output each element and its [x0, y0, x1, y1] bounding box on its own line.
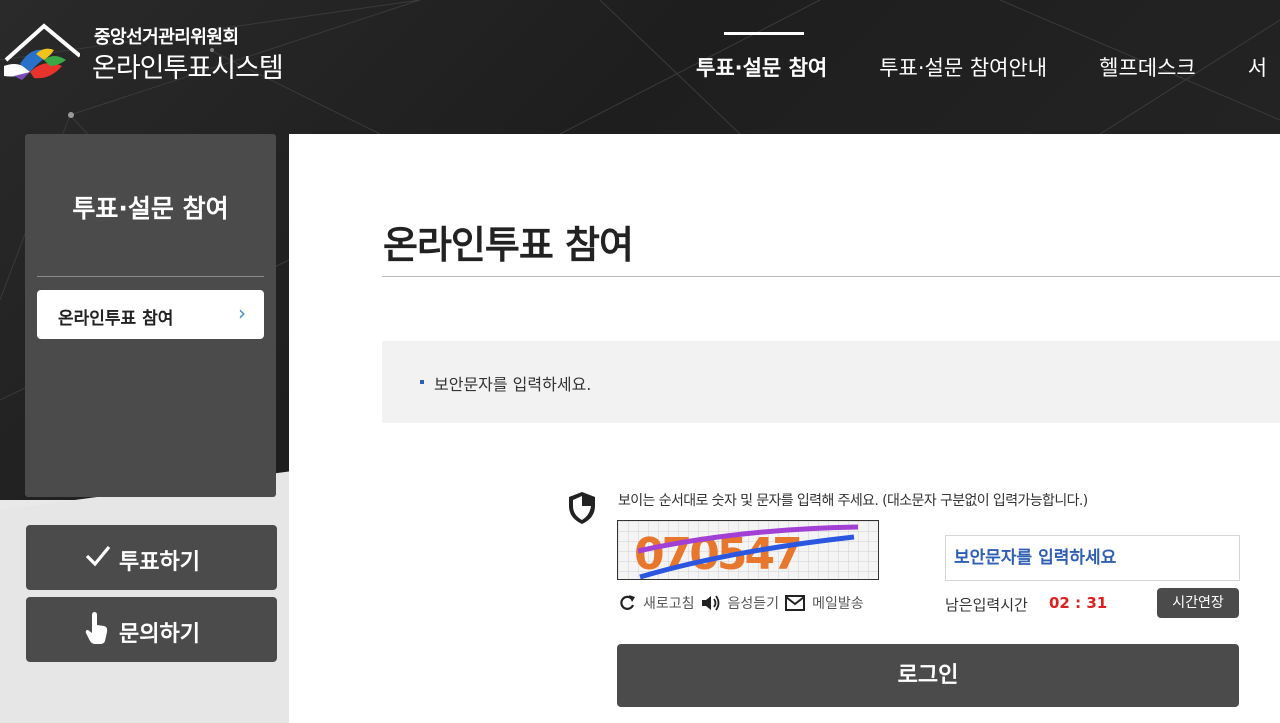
- bullet-icon: [420, 380, 424, 384]
- nav-helpdesk[interactable]: 헬프데스크: [1099, 0, 1196, 100]
- notice-box: 보안문자를 입력하세요.: [382, 341, 1280, 423]
- title-divider: [382, 276, 1280, 277]
- hand-pointer-icon: [85, 612, 108, 644]
- sidebar-divider: [37, 276, 264, 277]
- notice-text: 보안문자를 입력하세요.: [434, 375, 592, 394]
- audio-label: 음성듣기: [727, 596, 780, 612]
- chevron-right-icon: ›: [238, 301, 246, 325]
- captcha-guide: 보이는 순서대로 숫자 및 문자를 입력해 주세요. (대소문자 구분없이 입력…: [618, 493, 1088, 509]
- site-logo[interactable]: 중앙선거관리위원회 온라인투표시스템: [0, 16, 290, 86]
- inquiry-button-label: 문의하기: [119, 622, 200, 647]
- refresh-label: 새로고침: [643, 596, 695, 612]
- sidebar-title: 투표·설문 참여: [72, 194, 229, 223]
- captcha-mail-button[interactable]: 메일발송: [785, 593, 864, 613]
- remaining-time-value: 02 : 31: [1049, 594, 1108, 612]
- refresh-icon: [620, 595, 635, 610]
- nav-service[interactable]: 서: [1248, 0, 1267, 100]
- check-icon: [85, 545, 111, 567]
- captcha-input[interactable]: [945, 535, 1240, 581]
- extend-time-button[interactable]: 시간연장: [1157, 588, 1239, 618]
- election-commission-logo-icon: [4, 23, 80, 80]
- nav-vote-guide[interactable]: 투표·설문 참여안내: [879, 0, 1047, 100]
- inquiry-button[interactable]: 문의하기: [26, 597, 277, 662]
- captcha-audio-button[interactable]: 음성듣기: [701, 593, 780, 613]
- main-nav: 투표·설문 참여 투표·설문 참여안내 헬프데스크 서: [696, 0, 1280, 100]
- captcha-refresh-button[interactable]: 새로고침: [618, 593, 695, 613]
- sidebar-item-label: 온라인투표 참여: [58, 309, 174, 329]
- mail-label: 메일발송: [812, 596, 864, 612]
- page-title: 온라인투표 참여: [383, 223, 634, 267]
- mail-icon: [785, 595, 806, 611]
- sidebar: 투표·설문 참여 온라인투표 참여 ›: [25, 134, 276, 497]
- nav-vote-survey[interactable]: 투표·설문 참여: [696, 0, 827, 100]
- captcha-tools: 새로고침 음성듣기 메일발송: [618, 593, 870, 613]
- speaker-icon: [701, 595, 719, 611]
- sidebar-item-online-vote[interactable]: 온라인투표 참여 ›: [37, 290, 264, 339]
- shield-icon: [569, 492, 595, 524]
- remaining-time-label: 남은입력시간: [945, 596, 1028, 614]
- system-name: 온라인투표시스템: [92, 53, 284, 84]
- login-button[interactable]: 로그인: [617, 644, 1239, 707]
- vote-button-label: 투표하기: [119, 550, 200, 575]
- captcha-image: 070547: [617, 520, 879, 580]
- captcha-graphic: 070547: [618, 521, 878, 579]
- main-content: 온라인투표 참여 보안문자를 입력하세요. 보이는 순서대로 숫자 및 문자를 …: [289, 134, 1280, 723]
- vote-button[interactable]: 투표하기: [26, 525, 277, 590]
